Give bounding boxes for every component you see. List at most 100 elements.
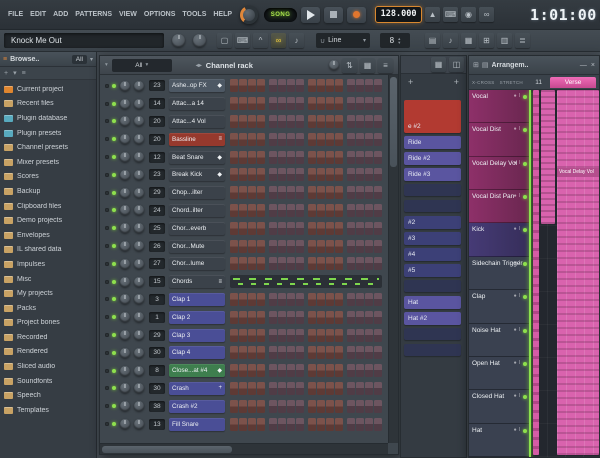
step-cell[interactable]	[296, 97, 304, 111]
step-cell[interactable]	[335, 97, 343, 111]
step-cell[interactable]	[365, 346, 373, 360]
step-cell[interactable]	[296, 399, 304, 413]
channel-button[interactable]: Ashe..op FX ◆	[169, 79, 225, 93]
chevron-down-icon[interactable]: ▾	[13, 69, 17, 77]
track-mute-icon[interactable]: ●	[514, 226, 517, 232]
browser-item[interactable]: Envelopes	[0, 228, 96, 243]
step-cell[interactable]	[257, 381, 265, 395]
step-cell[interactable]	[230, 399, 238, 413]
pat-song-switch[interactable]: SONG	[264, 7, 298, 22]
track-active-led[interactable]	[523, 161, 527, 166]
step-cell[interactable]	[347, 132, 355, 146]
step-cell[interactable]	[230, 114, 238, 128]
step-cell[interactable]	[335, 221, 343, 235]
step-cell[interactable]	[287, 257, 295, 271]
step-cell[interactable]	[347, 381, 355, 395]
step-cell[interactable]	[269, 186, 277, 200]
step-cell[interactable]	[230, 310, 238, 324]
playlist-track[interactable]: Noise Hat ● Ι	[469, 323, 529, 357]
browser-item[interactable]: Misc	[0, 272, 96, 287]
browser-item[interactable]: Project bones	[0, 316, 96, 331]
step-cell[interactable]	[296, 417, 304, 431]
step-cell[interactable]	[365, 310, 373, 324]
channel-pan-knob[interactable]	[120, 241, 130, 252]
step-cell[interactable]	[365, 221, 373, 235]
step-cell[interactable]	[335, 132, 343, 146]
step-cell[interactable]	[326, 399, 334, 413]
step-cell[interactable]	[317, 221, 325, 235]
step-cell[interactable]	[335, 150, 343, 164]
step-cell[interactable]	[287, 97, 295, 111]
step-cell[interactable]	[257, 168, 265, 182]
step-cell[interactable]	[278, 168, 286, 182]
step-cell[interactable]	[248, 221, 256, 235]
step-cell[interactable]	[335, 168, 343, 182]
step-cell[interactable]	[374, 292, 382, 306]
menu-item[interactable]: ADD	[50, 9, 71, 20]
track-fader-icon[interactable]: Ι	[519, 226, 520, 232]
step-cell[interactable]	[308, 203, 316, 217]
step-cell[interactable]	[335, 239, 343, 253]
typing-to-piano-icon[interactable]: ⌨	[235, 33, 250, 48]
step-sequencer-row[interactable]	[230, 310, 382, 324]
step-cell[interactable]	[239, 150, 247, 164]
browser-item[interactable]: Mixer presets	[0, 155, 96, 170]
caret-icon[interactable]: ^	[253, 33, 268, 48]
track-fader-icon[interactable]: Ι	[519, 260, 520, 266]
channel-pan-knob[interactable]	[120, 294, 130, 305]
step-cell[interactable]	[296, 132, 304, 146]
step-cell[interactable]	[269, 399, 277, 413]
step-cell[interactable]	[296, 221, 304, 235]
step-cell[interactable]	[269, 114, 277, 128]
channel-volume-knob[interactable]	[134, 134, 144, 145]
step-cell[interactable]	[308, 114, 316, 128]
step-cell[interactable]	[230, 79, 238, 93]
step-cell[interactable]	[278, 292, 286, 306]
channel-pan-knob[interactable]	[120, 258, 130, 269]
channel-volume-knob[interactable]	[134, 116, 144, 127]
step-cell[interactable]	[257, 186, 265, 200]
step-cell[interactable]	[374, 221, 382, 235]
browser-item[interactable]: Recorded	[0, 330, 96, 345]
channel-pan-knob[interactable]	[120, 330, 130, 341]
channel-button[interactable]: Clap 3	[169, 328, 225, 342]
step-cell[interactable]	[374, 381, 382, 395]
step-cell[interactable]	[374, 346, 382, 360]
step-cell[interactable]	[278, 203, 286, 217]
playlist-titlebar[interactable]: ⊞ ▤ Arrangem.. — ×	[469, 56, 599, 75]
step-cell[interactable]	[287, 186, 295, 200]
channel-button[interactable]: Chord..ilter	[169, 203, 225, 217]
step-cell[interactable]	[374, 150, 382, 164]
step-cell[interactable]	[230, 203, 238, 217]
step-cell[interactable]	[287, 381, 295, 395]
multilink-stepper[interactable]: 8 ▴ ▾	[380, 33, 410, 48]
step-cell[interactable]	[257, 150, 265, 164]
step-cell[interactable]	[347, 114, 355, 128]
channel-mute-led[interactable]	[112, 350, 116, 355]
track-fader-icon[interactable]: Ι	[519, 393, 520, 399]
channel-button[interactable]: Crash +	[169, 381, 225, 395]
step-cell[interactable]	[317, 381, 325, 395]
step-cell[interactable]	[317, 310, 325, 324]
step-cell[interactable]	[248, 150, 256, 164]
add-icon[interactable]: +	[4, 70, 8, 77]
channel-button[interactable]: Attac...4 Vol	[169, 114, 225, 128]
step-cell[interactable]	[347, 150, 355, 164]
step-cell[interactable]	[365, 186, 373, 200]
step-sequencer-row[interactable]	[230, 132, 382, 146]
step-cell[interactable]	[287, 364, 295, 378]
step-cell[interactable]	[356, 221, 364, 235]
list-toggle-icon[interactable]: ≣	[515, 33, 530, 48]
channel-select-led[interactable]	[105, 368, 109, 373]
track-active-led[interactable]	[523, 361, 527, 366]
step-cell[interactable]	[356, 168, 364, 182]
step-cell[interactable]	[356, 257, 364, 271]
pattern-item[interactable]: #2	[404, 216, 461, 229]
step-cell[interactable]	[296, 203, 304, 217]
step-cell[interactable]	[326, 310, 334, 324]
step-cell[interactable]	[326, 186, 334, 200]
step-cell[interactable]	[308, 186, 316, 200]
step-cell[interactable]	[317, 132, 325, 146]
channel-button[interactable]: Break Kick ◆	[169, 168, 225, 182]
step-cell[interactable]	[317, 328, 325, 342]
